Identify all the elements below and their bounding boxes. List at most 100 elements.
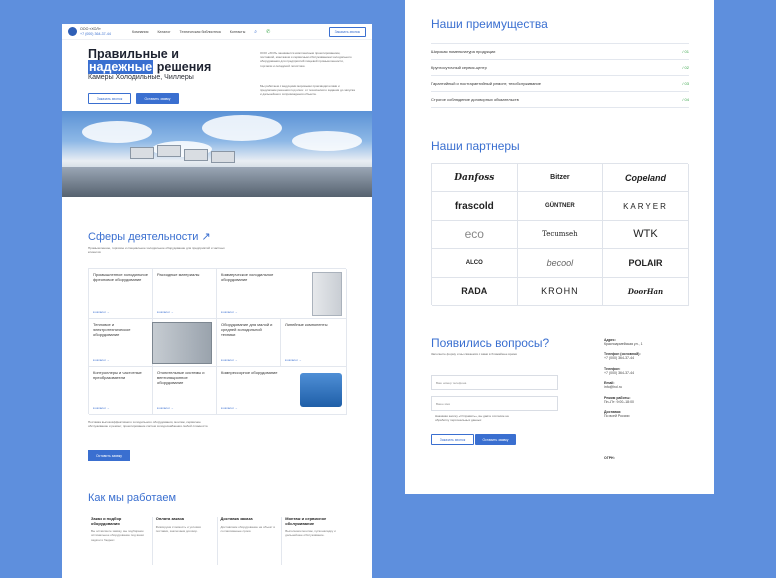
activities-title-text: Сферы деятельности [88, 231, 199, 243]
hero-title-rest: решения [156, 60, 212, 74]
activity-card-title: Отопительные системы и вентиляционное об… [157, 370, 205, 385]
activities-description: Промышленное, торговое и специальное хол… [88, 246, 225, 255]
hero-title: Правильные и надежные решения [88, 48, 238, 74]
arrow-up-right-icon: ↗ [201, 231, 211, 243]
nav-item-contacts[interactable]: Контакты [230, 30, 246, 34]
step-item: Доставка заказа Доставляем оборудование … [218, 516, 283, 565]
advantage-label: Круглосуточный сервис-центр [431, 65, 487, 70]
partner-logo-krohn[interactable]: KROHN [517, 277, 604, 306]
advantage-label: Строгое соблюдение договорных обязательс… [431, 97, 519, 102]
step-description: Вы оставляете заявку, мы подбираем оптим… [91, 529, 144, 542]
step-item: Оплата заказа Фиксируем стоимость и усло… [153, 516, 218, 565]
advantage-item: Широкая номенклатура продукции / 01 [431, 44, 689, 60]
activity-card[interactable]: Тепловое и электротехническое оборудован… [89, 319, 153, 367]
site-header: ООО «ХОЛ» +7 (000) 364-37-44 Компания Ка… [62, 24, 372, 40]
activity-card-title: Оборудование для малой и средней холодил… [221, 322, 273, 337]
contact-request-button[interactable]: Оставить заявку [475, 434, 516, 445]
activity-card-link[interactable]: в каталог → [93, 358, 110, 362]
partner-logo-danfoss[interactable]: Danfoss [432, 164, 518, 193]
activity-card-link[interactable]: в каталог → [157, 406, 174, 410]
activity-card-image [152, 319, 217, 367]
activity-card-link[interactable]: в каталог → [221, 358, 238, 362]
partner-logo-copeland[interactable]: Copeland [603, 164, 689, 193]
activity-card[interactable]: Отопительные системы и вентиляционное об… [153, 367, 217, 415]
activity-card-link[interactable]: в каталог → [221, 310, 238, 314]
nav-item-company[interactable]: Компания [132, 30, 148, 34]
partner-logo-bitzer[interactable]: Bitzer [517, 164, 604, 193]
nav-item-library[interactable]: Техническая библиотека [180, 30, 221, 34]
activities-request-button[interactable]: Оставить заявку [88, 450, 130, 461]
activities-grid: Промышленное холодильное фреоновое обору… [88, 268, 347, 415]
partner-logo-guntner[interactable]: GÜNTNER [517, 192, 604, 221]
activity-card-title: Линейные компоненты [285, 322, 328, 327]
main-nav: Компания Каталог Техническая библиотека … [132, 30, 245, 34]
header-phone[interactable]: +7 (000) 364-37-44 [80, 32, 116, 37]
step-item: Заказ и подбор оборудования Вы оставляет… [88, 516, 153, 565]
phone-icon[interactable]: ✆ [266, 29, 270, 35]
activity-card-title: Контроллеры и частотные преобразователи [93, 370, 142, 380]
partner-logo-becool[interactable]: becool [517, 249, 604, 278]
header-callback-button[interactable]: Заказать звонок [328, 26, 366, 37]
partner-logo-doorhan[interactable]: DoorHan [603, 277, 689, 306]
company-logo-icon[interactable] [68, 27, 77, 36]
phone-input[interactable]: Ваш номер телефона [431, 375, 558, 390]
activity-card[interactable]: Расходные материалы в каталог → [153, 269, 217, 319]
step-title: Оплата заказа [155, 516, 184, 521]
advantage-label: Широкая номенклатура продукции [431, 49, 496, 54]
landing-page-right: Наши преимущества Широкая номенклатура п… [405, 0, 714, 494]
contact-phone: Телефон: +7 (000) 364-37-44 [604, 367, 635, 376]
activity-card[interactable]: Контроллеры и частотные преобразователи … [89, 367, 153, 415]
advantage-number: / 01 [682, 49, 689, 54]
partner-logo-eco[interactable]: eco [432, 220, 518, 250]
landing-page-left: ООО «ХОЛ» +7 (000) 364-37-44 Компания Ка… [62, 24, 372, 578]
activity-card[interactable]: Промышленное холодильное фреоновое обору… [89, 269, 153, 319]
hero-subtitle: Камеры Холодильные, Чиллеры [88, 74, 194, 81]
hero-image [62, 111, 372, 197]
activity-card[interactable]: Компрессорное оборудование в каталог → [217, 367, 347, 415]
partner-logo-alco[interactable]: ALCO [432, 249, 518, 278]
activity-card-link[interactable]: в каталог → [285, 358, 302, 362]
contact-email: Email: info@hol.ru [604, 381, 622, 390]
steps-row: Заказ и подбор оборудования Вы оставляет… [88, 516, 346, 565]
activity-card-link[interactable]: в каталог → [93, 310, 110, 314]
advantage-number: / 02 [682, 65, 689, 70]
contact-phone-main: Телефон (основной): +7 (000) 364-37-44 [604, 352, 641, 361]
hero-request-button[interactable]: Оставить заявку [136, 93, 179, 104]
advantage-number: / 03 [682, 81, 689, 86]
activity-card-title: Коммерческое холодильное оборудование [221, 272, 274, 282]
activity-card[interactable]: Коммерческое холодильное оборудование в … [217, 269, 347, 319]
advantage-number: / 04 [682, 97, 689, 102]
hero-paragraph-2: Мы работаем с ведущими мировыми производ… [260, 84, 355, 97]
partner-logo-wtk[interactable]: WTK [603, 220, 689, 250]
activity-card-link[interactable]: в каталог → [157, 310, 174, 314]
step-description: Доставляем оборудование на объект в согл… [220, 524, 275, 533]
step-description: Фиксируем стоимость и условия поставки, … [155, 524, 201, 533]
nav-item-catalog[interactable]: Каталог [157, 30, 170, 34]
partner-logo-tecumseh[interactable]: Tecumseh [517, 220, 604, 250]
activities-note: Поставка высокоэффективного холодильного… [88, 420, 209, 429]
hero-paragraph-1: ООО «ХОЛ» занимается комплексным проекти… [260, 51, 352, 68]
activity-card-title: Компрессорное оборудование [221, 370, 278, 375]
partners-grid: Danfoss Bitzer Copeland frascold GÜNTNER… [431, 163, 689, 306]
activity-card[interactable]: Линейные компоненты в каталог → [281, 319, 347, 367]
contact-callback-button[interactable]: Заказать звонок [431, 434, 474, 445]
step-title: Заказ и подбор оборудования [91, 516, 122, 526]
hero-callback-button[interactable]: Заказать звонок [88, 93, 131, 104]
search-icon[interactable]: ⌕ [254, 29, 257, 35]
advantage-item: Строгое соблюдение договорных обязательс… [431, 92, 689, 108]
partner-logo-karyer[interactable]: KARYER [603, 192, 689, 221]
activity-card-link[interactable]: в каталог → [93, 406, 110, 410]
consent-text: Нажимая кнопку «Отправить», вы даёте сог… [435, 414, 509, 423]
step-title: Доставка заказа [220, 516, 253, 521]
partner-logo-polair[interactable]: POLAIR [603, 249, 689, 278]
activity-card-title: Промышленное холодильное фреоновое обору… [93, 272, 148, 282]
advantage-item: Круглосуточный сервис-центр / 02 [431, 60, 689, 76]
step-title: Монтаж и сервисное обслуживание [285, 516, 327, 526]
activity-card[interactable]: Оборудование для малой и средней холодил… [217, 319, 281, 367]
contact-hours: Режим работы: Пн–Пт: 9:00–18:00 [604, 396, 634, 405]
activity-card-link[interactable]: в каталог → [221, 406, 238, 410]
partner-logo-frascold[interactable]: frascold [432, 192, 518, 221]
contact-delivery: Доставка: По всей России [604, 410, 630, 419]
name-input[interactable]: Ваше имя [431, 396, 558, 411]
partner-logo-rada[interactable]: RADA [432, 277, 518, 306]
